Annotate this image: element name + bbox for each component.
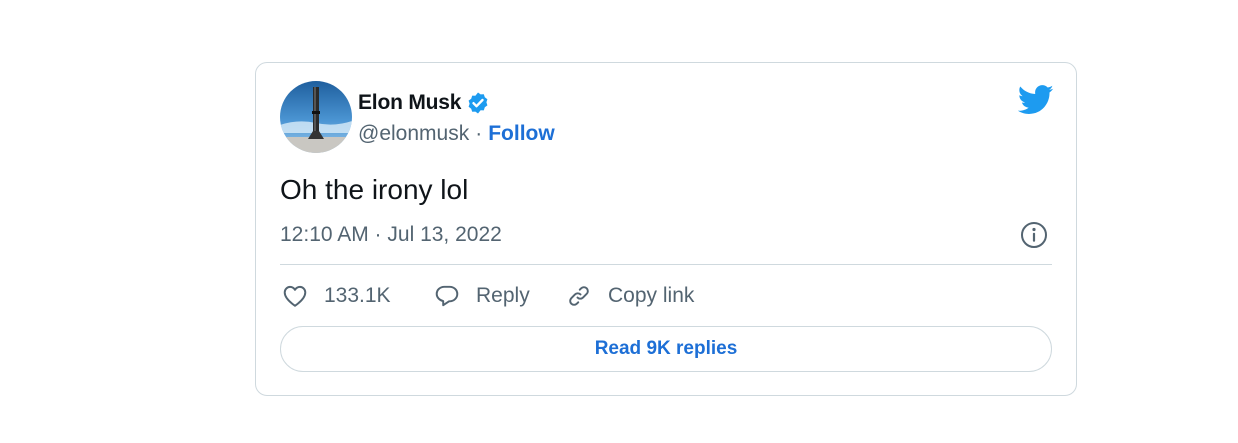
follow-link[interactable]: Follow — [488, 122, 555, 146]
verified-badge-icon — [466, 91, 490, 115]
tweet-actions: 133.1K Reply Copy link — [282, 281, 694, 311]
author-handle-row: @elonmusk · Follow — [358, 121, 555, 147]
copy-link-label: Copy link — [608, 284, 695, 307]
like-count: 133.1K — [324, 284, 391, 307]
reply-button[interactable]: Reply — [434, 283, 566, 309]
reply-label: Reply — [476, 284, 530, 307]
read-replies-button[interactable]: Read 9K replies — [280, 326, 1052, 372]
speech-bubble-icon — [434, 283, 460, 309]
avatar-image — [280, 81, 352, 153]
like-button[interactable]: 133.1K — [282, 283, 434, 309]
twitter-bird-icon[interactable] — [1017, 85, 1054, 115]
copy-link-button[interactable]: Copy link — [566, 283, 694, 309]
tweet-embed-card: Elon Musk @elonmusk · Follow Oh the iron… — [255, 62, 1077, 396]
avatar[interactable] — [280, 81, 352, 153]
handle-separator: · — [475, 122, 483, 145]
link-icon — [566, 283, 592, 309]
read-replies-label: Read 9K replies — [594, 338, 738, 359]
info-icon[interactable] — [1020, 221, 1048, 249]
tweet-timestamp[interactable]: 12:10 AM · Jul 13, 2022 — [280, 223, 502, 247]
author-handle[interactable]: @elonmusk — [358, 122, 469, 146]
divider — [280, 264, 1052, 265]
author-name-row: Elon Musk — [358, 90, 490, 116]
author-name[interactable]: Elon Musk — [358, 91, 461, 115]
tweet-text: Oh the irony lol — [280, 174, 469, 205]
heart-icon — [282, 283, 308, 309]
